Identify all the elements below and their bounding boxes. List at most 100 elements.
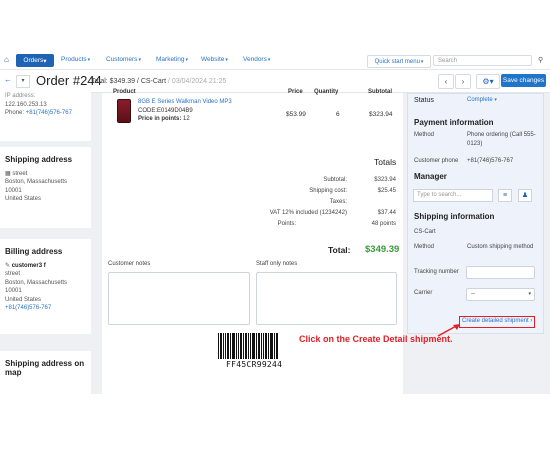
nav-products-label: Products (61, 56, 87, 63)
shipping-cost-value: $25.45 (377, 188, 396, 194)
left-column: IP address: 122.160.253.13 Phone: +81(74… (0, 89, 91, 394)
subtotal-label: Subtotal: (323, 177, 347, 183)
points-total-label: Points: (277, 221, 296, 227)
chevron-down-icon[interactable]: ▾ (16, 75, 30, 88)
shipping-address-card: Shipping address ▦ street Boston, Massac… (0, 147, 91, 228)
nav-marketing[interactable]: Marketing▾ (156, 56, 188, 63)
order-total-label: Total: $349.39 / CS-Cart (91, 78, 167, 85)
carrier-select[interactable]: -- ▾ (466, 288, 535, 301)
customer-phone-label: Customer phone (414, 158, 459, 164)
billing-address-card: Billing address ✎ customer3 f street Bos… (0, 239, 91, 334)
col-product: Product (113, 89, 136, 95)
payment-info-title: Payment information (414, 118, 494, 127)
map-card: Shipping address on map (0, 351, 91, 394)
payment-method-label: Method (414, 132, 435, 138)
create-shipment-label: Create detailed shipment (462, 318, 529, 324)
points-label: Price in points: (138, 116, 182, 122)
tracking-number-input[interactable] (466, 266, 535, 279)
address-zip: 10001 (5, 187, 22, 194)
col-quantity: Quantity (314, 89, 339, 95)
order-date: / 03/04/2024 21:25 (168, 78, 227, 85)
back-arrow-icon[interactable]: ← (2, 75, 14, 86)
shipping-vendor: CS-Cart (414, 229, 436, 235)
chevron-down-icon: ▾ (43, 57, 47, 65)
search-input[interactable]: Search (433, 55, 532, 66)
manager-search-input[interactable]: Type to search... (413, 189, 493, 202)
vat-value: $37.44 (377, 210, 396, 216)
payment-method-value: Phone ordering (Call 555-0123) (467, 132, 536, 147)
staff-notes-textarea[interactable] (256, 272, 397, 325)
chevron-down-icon: ▾ (494, 97, 497, 103)
create-detailed-shipment-link[interactable]: Create detailed shipment › (459, 316, 536, 328)
admin-frame: ⌂ Orders ▾ Products▾ Customers▾ Marketing… (0, 52, 550, 394)
carrier-value: -- (471, 291, 475, 297)
nav-products[interactable]: Products▾ (61, 56, 90, 63)
annotation-text: Click on the Create Detail shipment. (299, 334, 453, 344)
gear-icon[interactable]: ⚙▾ (476, 74, 500, 89)
nav-orders[interactable]: Orders ▾ (16, 54, 54, 67)
quick-start-menu[interactable]: Quick start menu ▾ (367, 55, 431, 68)
shipping-method-label: Method (414, 244, 435, 250)
building-icon: ▦ (5, 170, 11, 177)
nav-vendors-label: Vendors (243, 56, 267, 63)
phone-line: Phone: +81(746)576-767 (5, 109, 86, 118)
grand-total-label: Total: (328, 245, 351, 255)
ip-value: 122.160.253.13 (5, 101, 47, 108)
product-quantity: 6 (336, 111, 340, 118)
billing-city: Boston, Massachusetts (5, 279, 68, 286)
billing-phone-link[interactable]: +81(746)576-767 (5, 304, 86, 313)
nav-customers[interactable]: Customers▾ (106, 56, 141, 63)
list-icon[interactable]: ≡ (498, 189, 512, 202)
shipping-address-title: Shipping address (5, 155, 73, 164)
shipping-info-title: Shipping information (414, 212, 495, 221)
nav-website-label: Website (201, 56, 225, 63)
billing-name: ✎ customer3 f (5, 262, 86, 271)
customer-notes-textarea[interactable] (108, 272, 250, 325)
manager-title: Manager (414, 172, 447, 181)
col-price: Price (288, 89, 303, 95)
map-title: Shipping address on map (5, 359, 85, 377)
top-navigation: ⌂ Orders ▾ Products▾ Customers▾ Marketing… (0, 52, 550, 70)
points-total-value: 48 points (371, 221, 396, 227)
phone-link[interactable]: +81(746)576-767 (26, 110, 72, 116)
chevron-down-icon: ▾ (185, 57, 189, 63)
tag-icon: ✎ (5, 262, 11, 269)
barcode-image (218, 333, 278, 359)
subtotal-value: $323.94 (374, 177, 396, 183)
tracking-number-label: Tracking number (414, 269, 459, 275)
order-summary: Total: $349.39 / CS-Cart / 03/04/2024 21… (91, 78, 226, 85)
chevron-right-icon[interactable]: › (455, 74, 471, 89)
search-icon[interactable]: ⚲ (538, 56, 543, 64)
customer-notes-label: Customer notes (108, 261, 151, 267)
totals-title: Totals (374, 157, 397, 167)
ip-label: IP address: (5, 93, 36, 99)
customer-info-card: IP address: 122.160.253.13 Phone: +81(74… (0, 89, 91, 141)
shipping-cost-label: Shipping cost: (309, 188, 347, 194)
chevron-down-icon: ▾ (138, 57, 141, 63)
status-value: Complete (467, 97, 493, 103)
billing-address-title: Billing address (5, 247, 63, 256)
grand-total-value: $349.39 (365, 244, 400, 255)
save-changes-button[interactable]: Save changes (501, 74, 546, 87)
points-value: 12 (183, 116, 190, 122)
user-icon[interactable]: ♟ (518, 189, 532, 202)
product-subtotal: $323.94 (369, 111, 393, 118)
vat-label: VAT 12% included (1234242) (269, 210, 347, 216)
home-icon[interactable]: ⌂ (4, 55, 9, 64)
billing-street: street (5, 271, 21, 277)
product-thumbnail[interactable] (117, 99, 131, 123)
product-code: CODE:E0149D04B9 (138, 108, 193, 114)
billing-name-value: customer3 f (11, 262, 46, 269)
carrier-label: Carrier (414, 290, 433, 296)
nav-website[interactable]: Website▾ (201, 56, 228, 63)
product-price: $53.99 (286, 111, 306, 118)
status-select[interactable]: Complete ▾ (467, 97, 497, 103)
chevron-down-icon: ▾ (87, 57, 91, 63)
chevron-down-icon: ▾ (225, 57, 228, 63)
chevron-left-icon[interactable]: ‹ (438, 74, 454, 89)
nav-vendors[interactable]: Vendors▾ (243, 56, 270, 63)
product-name-link[interactable]: 8GB E Series Walkman Video MP3 (138, 99, 232, 105)
staff-notes-label: Staff only notes (256, 261, 298, 267)
address-street: ▦ street (5, 170, 86, 179)
address-country: United States (5, 196, 42, 202)
